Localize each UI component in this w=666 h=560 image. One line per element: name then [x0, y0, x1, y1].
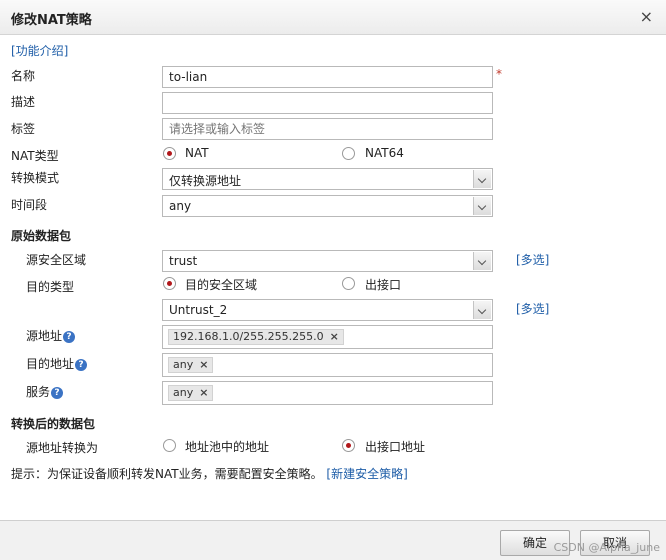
- new-security-policy-link[interactable]: [新建安全策略]: [326, 467, 407, 481]
- tag-label: 标签: [11, 122, 36, 136]
- help-icon[interactable]: ?: [63, 331, 76, 343]
- hint-message: 提示：为保证设备顺利转发NAT业务，需要配置安全策略。: [11, 467, 323, 481]
- description-field[interactable]: [162, 92, 493, 114]
- dest-type-interface-label: 出接口: [365, 278, 402, 292]
- src-addr-field[interactable]: 192.168.1.0/255.255.255.0 ×: [162, 325, 493, 349]
- src-zone-multi-select-link[interactable]: [多选]: [516, 251, 549, 268]
- name-field[interactable]: [162, 66, 493, 88]
- help-icon[interactable]: ?: [75, 359, 88, 371]
- translate-interface-label: 出接口地址: [365, 440, 426, 454]
- description-label: 描述: [11, 95, 36, 109]
- original-packet-section-title: 原始数据包: [11, 229, 72, 243]
- remove-icon[interactable]: ×: [199, 386, 208, 399]
- translate-pool-radio[interactable]: [163, 439, 176, 452]
- src-addr-chip-text: 192.168.1.0/255.255.255.0: [173, 330, 324, 343]
- service-label-text: 服务: [26, 385, 51, 399]
- dest-zone-multi-select-link[interactable]: [多选]: [516, 300, 549, 317]
- nat-type-nat-label: NAT: [185, 146, 209, 160]
- chevron-down-icon[interactable]: [473, 197, 491, 215]
- time-value: any: [169, 199, 192, 213]
- time-select[interactable]: any: [162, 195, 493, 217]
- nat-type-nat-radio[interactable]: [163, 147, 176, 160]
- src-zone-value: trust: [169, 254, 198, 268]
- mode-label: 转换模式: [11, 171, 60, 185]
- nat-type-nat64-label: NAT64: [365, 146, 404, 160]
- dest-type-zone-radio[interactable]: [163, 277, 176, 290]
- chevron-down-icon[interactable]: [473, 252, 491, 270]
- remove-icon[interactable]: ×: [330, 330, 339, 343]
- dest-addr-label: 目的地址?: [26, 355, 88, 372]
- dialog-title: 修改NAT策略: [11, 13, 92, 28]
- service-chip: any ×: [168, 385, 214, 401]
- nat-type-nat64-radio[interactable]: [342, 147, 355, 160]
- src-addr-label: 源地址?: [26, 327, 76, 344]
- nat-type-label: NAT类型: [11, 149, 59, 163]
- src-addr-chip: 192.168.1.0/255.255.255.0 ×: [168, 329, 344, 345]
- translated-packet-section-title: 转换后的数据包: [11, 417, 96, 431]
- src-zone-label: 源安全区域: [26, 253, 87, 267]
- src-zone-select[interactable]: trust: [162, 250, 493, 272]
- dest-type-label: 目的类型: [26, 280, 75, 294]
- dest-zone-value: Untrust_2: [169, 303, 228, 317]
- tag-input[interactable]: [162, 118, 493, 140]
- dialog-footer: 确定 取消 CSDN @Alpha_june: [0, 520, 666, 560]
- service-chip-text: any: [173, 386, 194, 399]
- mode-select[interactable]: 仅转换源地址: [162, 168, 493, 190]
- src-translate-label: 源地址转换为: [26, 441, 99, 455]
- mode-value: 仅转换源地址: [169, 174, 242, 188]
- translate-pool-label: 地址池中的地址: [185, 440, 270, 454]
- intro-link[interactable]: [功能介绍]: [11, 42, 68, 59]
- watermark: CSDN @Alpha_june: [553, 541, 660, 554]
- dialog-body: [功能介绍] 名称 * 描述 标签 NAT类型 NAT NAT64 转换模式 仅…: [0, 36, 666, 520]
- service-field[interactable]: any ×: [162, 381, 493, 405]
- remove-icon[interactable]: ×: [199, 358, 208, 371]
- chevron-down-icon[interactable]: [473, 170, 491, 188]
- name-label: 名称: [11, 69, 36, 83]
- dest-addr-chip: any ×: [168, 357, 214, 373]
- time-label: 时间段: [11, 198, 48, 212]
- required-mark: *: [496, 67, 502, 81]
- dest-type-interface-radio[interactable]: [342, 277, 355, 290]
- dest-addr-chip-text: any: [173, 358, 194, 371]
- chevron-down-icon[interactable]: [473, 301, 491, 319]
- help-icon[interactable]: ?: [51, 387, 64, 399]
- dest-type-zone-label: 目的安全区域: [185, 278, 258, 292]
- src-addr-label-text: 源地址: [26, 329, 63, 343]
- close-icon[interactable]: ×: [640, 7, 653, 26]
- dest-addr-label-text: 目的地址: [26, 357, 75, 371]
- dest-addr-field[interactable]: any ×: [162, 353, 493, 377]
- hint-text: 提示：为保证设备顺利转发NAT业务，需要配置安全策略。 [新建安全策略]: [11, 465, 408, 482]
- dialog-titlebar: 修改NAT策略 ×: [0, 0, 666, 35]
- translate-interface-radio[interactable]: [342, 439, 355, 452]
- service-label: 服务?: [26, 383, 64, 400]
- dest-zone-select[interactable]: Untrust_2: [162, 299, 493, 321]
